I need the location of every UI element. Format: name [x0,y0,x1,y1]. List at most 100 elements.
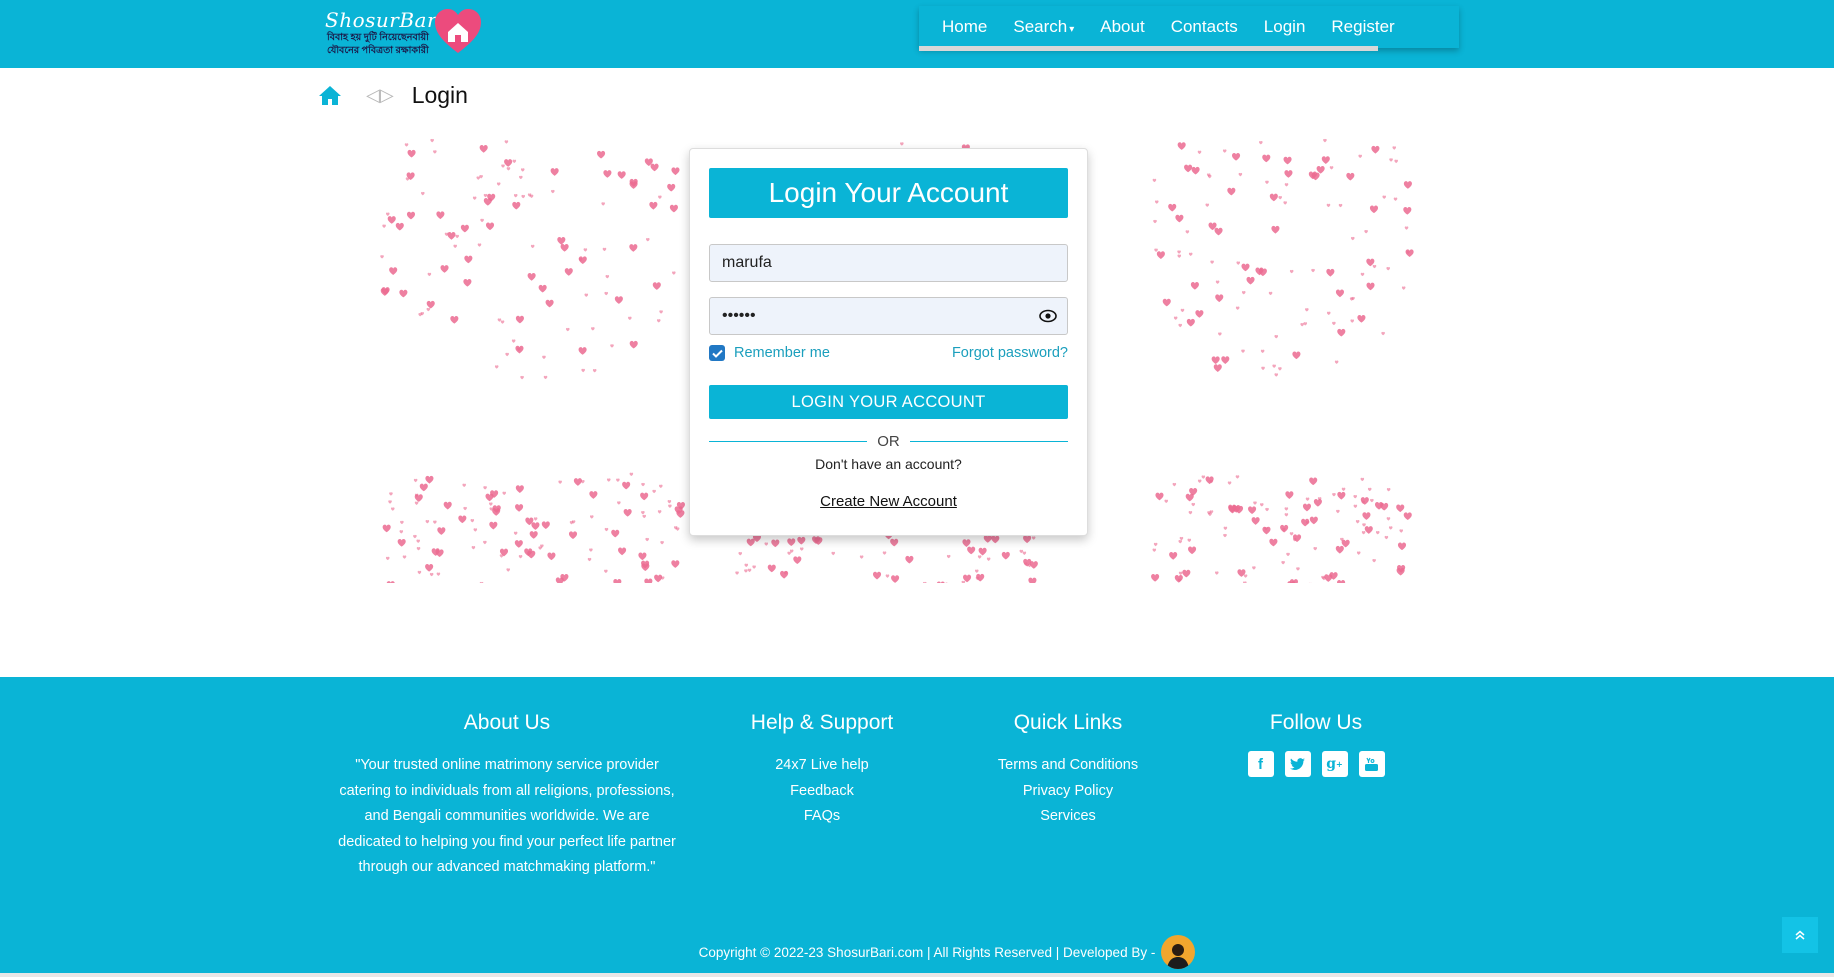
small-heart-icon [654,574,663,583]
forgot-password-link[interactable]: Forgot password? [952,345,1068,361]
small-heart-icon [426,300,435,309]
small-heart-icon [514,540,523,548]
footer-link-live-help[interactable]: 24x7 Live help [722,753,922,779]
google-plus-icon[interactable]: g + [1321,751,1348,777]
login-submit-button[interactable]: LOGIN YOUR ACCOUNT [709,385,1068,419]
footer-help: Help & Support 24x7 Live help Feedback F… [722,711,922,830]
small-heart-icon [477,243,482,247]
footer-link-feedback[interactable]: Feedback [722,779,922,805]
site-header: ShosurBari বিবাহ হয় দুটি নিয়েছেনবায়ী … [0,0,1834,68]
small-heart-icon [589,491,598,499]
small-heart-icon [1184,164,1193,173]
small-heart-icon [1241,290,1246,295]
small-heart-icon [642,514,647,519]
small-heart-icon [629,472,634,476]
small-heart-icon [1302,503,1312,512]
small-heart-icon [542,355,546,360]
small-heart-icon [1177,254,1182,258]
small-heart-icon [1364,526,1373,534]
small-heart-icon [1388,526,1393,530]
no-account-text: Don't have an account? [815,456,962,472]
eye-icon[interactable] [1039,309,1057,323]
small-heart-icon [483,486,487,490]
password-input[interactable] [710,298,1067,334]
facebook-icon[interactable]: f [1247,751,1274,777]
footer-link-terms[interactable]: Terms and Conditions [968,753,1168,779]
small-heart-icon [533,517,538,521]
divider-line-right [909,440,1068,442]
small-heart-icon [1268,291,1273,296]
username-input[interactable] [710,245,1067,281]
small-heart-icon [1152,548,1157,552]
small-heart-icon [413,534,417,539]
small-heart-icon [1285,491,1294,499]
small-heart-icon [787,538,796,547]
username-field[interactable] [709,244,1068,282]
small-heart-icon [1241,349,1245,353]
small-heart-icon [573,478,582,486]
back-to-top-button[interactable] [1782,917,1818,953]
small-heart-icon [1272,364,1276,368]
small-heart-icon [462,483,466,488]
nav-register[interactable]: Register [1318,17,1407,37]
small-heart-icon [1221,356,1230,364]
footer-link-services[interactable]: Services [968,804,1168,830]
small-heart-icon [1231,152,1241,161]
nav-search[interactable]: Search ▾ [1000,17,1087,37]
home-icon[interactable] [318,85,342,106]
footer-follow-heading: Follow Us [1269,711,1363,734]
small-heart-icon [496,182,501,186]
footer-link-privacy[interactable]: Privacy Policy [968,779,1168,805]
small-heart-icon [656,319,661,323]
footer-link-faqs[interactable]: FAQs [722,804,922,830]
small-heart-icon [564,268,573,276]
small-heart-icon [602,247,607,252]
small-heart-icon [771,539,780,548]
small-heart-icon [1153,219,1157,224]
small-heart-icon [645,237,650,242]
small-heart-icon [1389,158,1393,162]
small-heart-icon [463,506,467,511]
small-heart-icon [421,191,425,196]
site-footer: About Us "Your trusted online matrimony … [0,677,1834,973]
developer-avatar[interactable] [1161,935,1196,969]
twitter-icon[interactable] [1284,751,1311,777]
small-heart-icon [882,551,887,555]
small-heart-icon [603,170,612,178]
password-field[interactable] [709,297,1068,335]
footer-follow: Follow Us f g + [1216,711,1416,777]
small-heart-icon [629,340,638,349]
nav-home[interactable]: Home [929,17,1000,37]
small-heart-icon [472,196,477,200]
small-heart-icon [1397,542,1407,551]
small-heart-icon [558,480,562,484]
small-heart-icon [1182,569,1191,578]
small-heart-icon [427,272,432,277]
small-heart-icon [1278,367,1282,371]
remember-checkbox[interactable] [709,345,725,361]
youtube-icon[interactable] [1358,751,1385,777]
small-heart-icon [1269,538,1278,547]
small-heart-icon [583,248,588,252]
small-heart-icon [386,581,395,583]
youtube-shape [1365,757,1378,771]
small-heart-icon [1213,364,1222,372]
small-heart-icon [578,256,587,265]
small-heart-icon [1169,552,1178,560]
create-account-link[interactable]: Create New Account [690,493,1087,510]
nav-about[interactable]: About [1087,17,1157,37]
small-heart-icon [471,546,476,550]
small-heart-icon [645,537,649,542]
small-heart-icon [1022,551,1027,555]
small-heart-icon [622,481,631,490]
site-logo[interactable]: ShosurBari বিবাহ হয় দুটি নিয়েছেনবায়ী … [325,8,481,58]
small-heart-icon [644,578,653,583]
small-heart-icon [605,275,610,279]
nav-contacts[interactable]: Contacts [1158,17,1251,37]
small-heart-icon [1235,475,1240,479]
breadcrumb: ◁▷ Login [318,80,468,110]
small-heart-icon [1369,205,1379,214]
nav-login[interactable]: Login [1251,17,1319,37]
remember-me[interactable]: Remember me [709,345,830,361]
small-heart-icon [425,475,434,484]
